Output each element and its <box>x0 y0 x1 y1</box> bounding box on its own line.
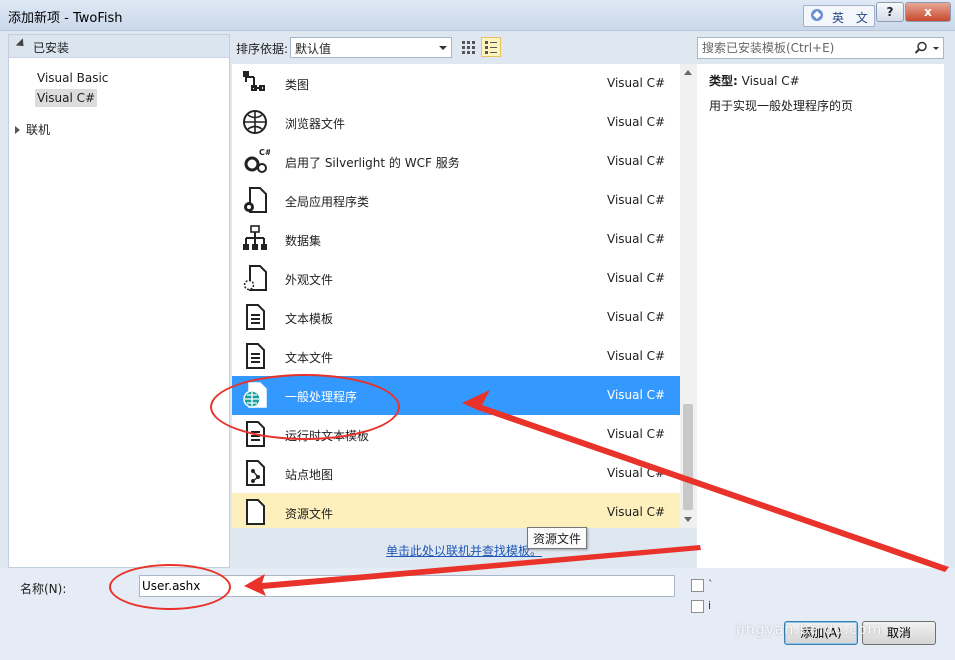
scroll-up-icon[interactable] <box>684 70 692 75</box>
option-checkbox-1-label: ˋ <box>708 578 714 591</box>
template-name: 启用了 Silverlight 的 WCF 服务 <box>285 156 460 170</box>
template-language: Visual C# <box>607 193 666 207</box>
scroll-thumb[interactable] <box>683 404 693 510</box>
svg-text:C#: C# <box>259 148 270 157</box>
option-checkbox-1[interactable] <box>691 579 704 592</box>
text-template-icon <box>246 304 265 330</box>
sitemap-icon <box>246 460 265 486</box>
tree-item-visual-csharp[interactable]: Visual C# <box>35 89 98 107</box>
help-button[interactable]: ? <box>876 2 904 22</box>
template-language: Visual C# <box>607 505 666 519</box>
grid-view-button[interactable] <box>458 37 478 57</box>
tooltip: 资源文件 <box>527 527 588 549</box>
template-row[interactable]: 资源文件 Visual C# <box>232 493 680 528</box>
template-row[interactable]: 外观文件 Visual C# <box>232 259 680 298</box>
template-name: 文本模板 <box>285 312 334 326</box>
sort-dropdown[interactable]: 默认值 <box>290 37 452 58</box>
template-language: Visual C# <box>607 388 666 402</box>
list-view-button[interactable] <box>481 37 501 57</box>
template-language: Visual C# <box>607 76 666 90</box>
details-panel: 类型: Visual C# 用于实现一般处理程序的页 <box>697 64 944 568</box>
name-label: 名称(N): <box>20 582 67 596</box>
close-button[interactable]: x <box>905 2 951 22</box>
option-checkbox-2[interactable] <box>691 600 704 613</box>
wcf-service-icon: C# <box>244 148 270 173</box>
global-app-class-icon <box>244 187 267 213</box>
details-type-label: 类型: <box>709 74 738 88</box>
template-row[interactable]: 类图 Visual C# <box>232 64 680 103</box>
template-language: Visual C# <box>607 232 666 246</box>
sort-label: 排序依据: <box>236 42 289 56</box>
tree-online-node[interactable]: 联机 <box>15 121 50 138</box>
template-name: 站点地图 <box>285 468 334 482</box>
template-name: 全局应用程序类 <box>285 195 370 209</box>
scroll-down-icon[interactable] <box>684 517 692 522</box>
template-row[interactable]: 浏览器文件 Visual C# <box>232 103 680 142</box>
template-language: Visual C# <box>607 271 666 285</box>
template-language: Visual C# <box>607 310 666 324</box>
template-name: 文本文件 <box>285 351 334 365</box>
option-checkbox-2-label: i <box>708 599 712 612</box>
ime-label: 英 文 <box>832 11 872 25</box>
template-list-scrollbar[interactable] <box>680 64 697 528</box>
template-list: 类图 Visual C# 浏览器文件 Visual C# C# 启用了 Silverlig… <box>232 64 680 528</box>
details-type-value: Visual C# <box>741 74 800 88</box>
template-language: Visual C# <box>607 115 666 129</box>
search-options-chevron-icon[interactable] <box>933 47 939 50</box>
ime-icon <box>811 9 823 21</box>
class-diagram-icon <box>243 71 265 91</box>
browser-file-icon <box>243 110 267 134</box>
dataset-icon <box>243 225 267 250</box>
chevron-down-icon <box>439 46 447 50</box>
annotation-ellipse-handler <box>210 374 400 440</box>
watermark: jingyan.baidu.com <box>736 622 883 638</box>
template-row[interactable]: 文本模板 Visual C# <box>232 298 680 337</box>
template-name: 数据集 <box>285 234 322 248</box>
template-name: 外观文件 <box>285 273 334 287</box>
template-language: Visual C# <box>607 427 666 441</box>
collapse-arrow-icon[interactable] <box>15 38 28 50</box>
tree-online-label: 联机 <box>26 123 51 137</box>
template-name: 浏览器文件 <box>285 117 346 131</box>
template-name: 资源文件 <box>285 507 334 521</box>
template-language: Visual C# <box>607 349 666 363</box>
template-row[interactable]: 文本文件 Visual C# <box>232 337 680 376</box>
ime-indicator[interactable]: 英 文 <box>803 5 875 27</box>
text-file-icon <box>246 343 265 369</box>
template-row[interactable]: 站点地图 Visual C# <box>232 454 680 493</box>
resource-file-icon <box>246 499 265 525</box>
template-name: 类图 <box>285 78 310 92</box>
search-box[interactable] <box>697 37 944 59</box>
category-tree: 已安装 Visual Basic Visual C# 联机 <box>8 34 230 568</box>
details-description: 用于实现一般处理程序的页 <box>709 99 854 113</box>
online-templates-link[interactable]: 单击此处以联机并查找模板。 <box>386 542 542 559</box>
template-row[interactable]: C# 启用了 Silverlight 的 WCF 服务 Visual C# <box>232 142 680 181</box>
window-title: 添加新项 - TwoFish <box>8 11 123 26</box>
annotation-ellipse-name <box>109 564 231 610</box>
search-input[interactable] <box>700 39 909 57</box>
template-language: Visual C# <box>607 466 666 480</box>
search-icon[interactable] <box>914 41 928 55</box>
tree-installed-label: 已安装 <box>33 41 70 55</box>
tree-item-visual-basic[interactable]: Visual Basic <box>35 69 110 87</box>
template-row[interactable]: 全局应用程序类 Visual C# <box>232 181 680 220</box>
title-bar: 添加新项 - TwoFish 英 文 ? x <box>0 0 955 31</box>
tree-installed-node[interactable]: 已安装 <box>9 35 229 58</box>
template-row[interactable]: 数据集 Visual C# <box>232 220 680 259</box>
skin-file-icon <box>243 265 267 291</box>
sort-value: 默认值 <box>295 42 332 56</box>
expand-arrow-icon[interactable] <box>15 126 20 134</box>
template-language: Visual C# <box>607 154 666 168</box>
